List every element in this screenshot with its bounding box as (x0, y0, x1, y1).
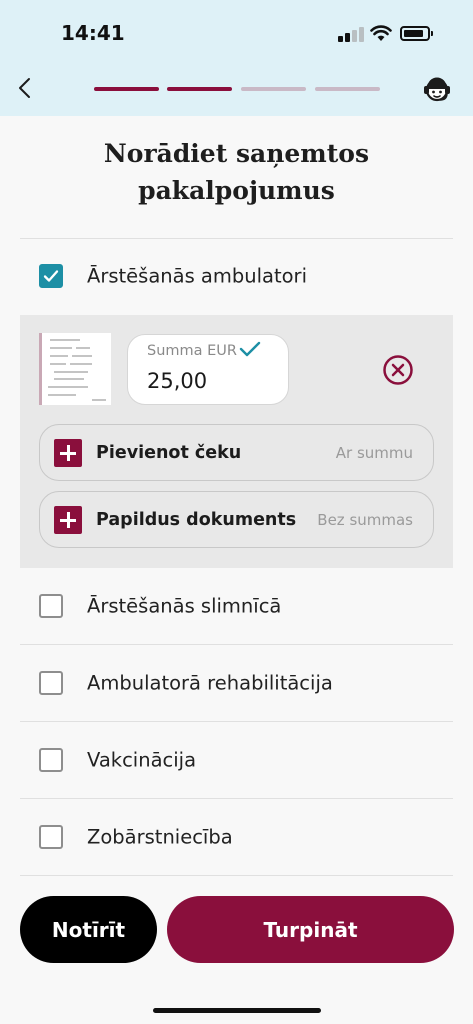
progress-steps (94, 87, 380, 91)
plus-icon (54, 439, 82, 467)
receipt-panel: Summa EUR 25,00 Pievienot čeku Ar summu … (20, 315, 453, 568)
add-receipt-label: Pievienot čeku (96, 442, 242, 463)
checkmark-icon (239, 341, 261, 357)
category-checkbox[interactable] (39, 825, 63, 849)
category-checkbox[interactable] (39, 671, 63, 695)
category-row-rehabilitation[interactable]: Ambulatorā rehabilitācija (20, 645, 453, 721)
plus-icon (54, 506, 82, 534)
support-agent-icon[interactable] (421, 73, 453, 105)
home-indicator (153, 1008, 321, 1013)
add-document-hint: Bez summas (317, 510, 413, 529)
category-row-hospital[interactable]: Ārstēšanās slimnīcā (20, 568, 453, 644)
battery-icon (400, 26, 433, 41)
add-receipt-hint: Ar summu (335, 443, 413, 462)
add-receipt-button[interactable]: Pievienot čeku Ar summu (39, 424, 434, 481)
checkmark-icon (43, 270, 59, 282)
wifi-icon (370, 25, 392, 41)
add-document-button[interactable]: Papildus dokuments Bez summas (39, 491, 434, 548)
progress-step-4 (315, 87, 380, 91)
add-document-label: Papildus dokuments (96, 509, 297, 530)
category-row-dentistry[interactable]: Zobārstniecība (20, 799, 453, 875)
page-title-line-1: Norādiet saņemtos (103, 139, 370, 168)
category-row-ambulatory[interactable]: Ārstēšanās ambulatori (20, 238, 453, 314)
page-title: Norādiet saņemtos pakalpojumus (0, 135, 473, 209)
status-time: 14:41 (61, 21, 125, 45)
amount-value: 25,00 (147, 369, 208, 393)
page-title-line-2: pakalpojumus (138, 176, 335, 205)
receipt-thumbnail[interactable] (39, 333, 111, 405)
category-label: Ārstēšanās ambulatori (87, 264, 307, 288)
progress-step-3 (241, 87, 306, 91)
top-bar (0, 0, 473, 116)
divider (20, 875, 453, 876)
category-row-vaccination[interactable]: Vakcinācija (20, 722, 453, 798)
cellular-signal-icon (338, 26, 364, 42)
category-label: Vakcinācija (87, 748, 197, 772)
amount-label: Summa EUR (147, 343, 237, 359)
category-checkbox[interactable] (39, 748, 63, 772)
category-checkbox[interactable] (39, 594, 63, 618)
clear-button[interactable]: Notīrīt (20, 896, 157, 963)
progress-step-2 (167, 87, 232, 91)
continue-button[interactable]: Turpināt (167, 896, 454, 963)
amount-field[interactable]: Summa EUR 25,00 (127, 334, 289, 405)
progress-step-1 (94, 87, 159, 91)
category-label: Ambulatorā rehabilitācija (87, 671, 333, 695)
circle-x-icon[interactable] (382, 354, 414, 386)
chevron-left-icon[interactable] (14, 74, 38, 102)
category-label: Ārstēšanās slimnīcā (87, 594, 282, 618)
category-label: Zobārstniecība (87, 825, 233, 849)
category-checkbox[interactable] (39, 264, 63, 288)
